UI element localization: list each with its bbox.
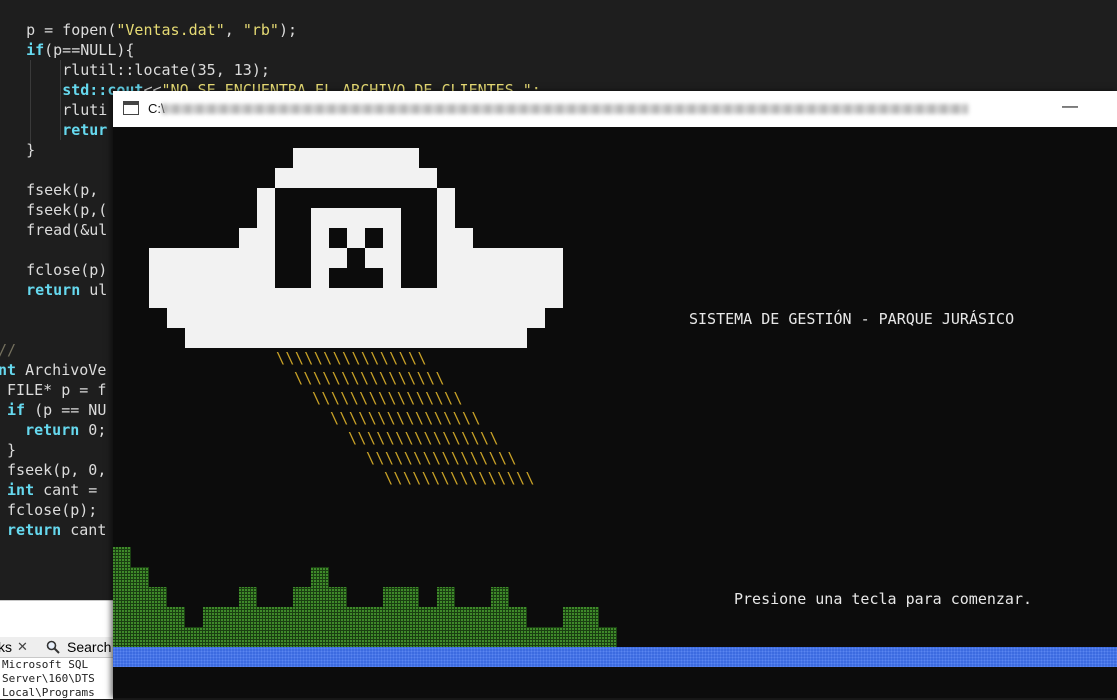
tab-fragment[interactable]: ks bbox=[0, 639, 12, 655]
code-token: fclose(p) bbox=[26, 261, 108, 279]
code-token: fseek(p,( bbox=[26, 201, 108, 219]
code-token: ArchivoVe bbox=[16, 361, 107, 379]
code-line: fclose(p); bbox=[0, 500, 97, 520]
code-token: ); bbox=[278, 21, 297, 39]
code-token: // bbox=[0, 341, 17, 359]
start-prompt: Presione una tecla para comenzar. bbox=[734, 590, 1033, 608]
code-line: fseek(p, bbox=[8, 180, 98, 200]
code-token: (p==NULL){ bbox=[44, 41, 135, 59]
code-token: rluti bbox=[62, 101, 108, 119]
code-token: retur bbox=[62, 121, 108, 139]
console-screen: \\\\\\\\\\\\\\\\ \\\\\\\\\\\\\\\\ \\\\\\… bbox=[113, 127, 1117, 698]
code-token: int bbox=[7, 481, 35, 499]
console-titlebar[interactable]: C:\ — bbox=[113, 91, 1117, 127]
code-line: if (p == NU bbox=[0, 400, 106, 420]
beam-row: \\\\\\\\\\\\\\\\ bbox=[276, 349, 427, 367]
code-line: int cant = bbox=[0, 480, 106, 500]
code-token: fclose(p); bbox=[7, 501, 98, 519]
water-strip bbox=[113, 647, 1117, 667]
code-token: nt bbox=[0, 361, 17, 379]
code-token: if bbox=[7, 401, 26, 419]
minimize-button[interactable]: — bbox=[1047, 91, 1093, 127]
code-token: } bbox=[26, 141, 36, 159]
code-token: "rb" bbox=[242, 21, 279, 39]
code-token: fseek(p, bbox=[26, 181, 99, 199]
code-token: cant = bbox=[34, 481, 107, 499]
code-token: return bbox=[7, 521, 62, 539]
code-token: fread(&ul bbox=[26, 221, 108, 239]
console-app-icon bbox=[123, 101, 139, 115]
code-line: return cant bbox=[0, 520, 106, 540]
beam-row: \\\\\\\\\\\\\\\\ bbox=[348, 429, 499, 447]
search-tab-label[interactable]: Search bbox=[67, 639, 111, 655]
beam-row: \\\\\\\\\\\\\\\\ bbox=[384, 469, 535, 487]
code-token: rlutil::locate(35, 13); bbox=[62, 61, 270, 79]
code-line: p = fopen("Ventas.dat", "rb"); bbox=[8, 20, 297, 40]
code-token: (p == NU bbox=[25, 401, 107, 419]
output-line: Server\160\DTS bbox=[2, 672, 95, 685]
code-line: if(p==NULL){ bbox=[8, 40, 134, 60]
code-line: FILE* p = f bbox=[0, 380, 106, 400]
code-token: if bbox=[26, 41, 45, 59]
code-line: } bbox=[0, 440, 16, 460]
beam-row: \\\\\\\\\\\\\\\\ bbox=[366, 449, 517, 467]
code-line: fread(&ul bbox=[8, 220, 107, 240]
code-line: nt ArchivoVe bbox=[0, 360, 106, 380]
code-token: 0; bbox=[79, 421, 107, 439]
code-line: fclose(p) bbox=[8, 260, 107, 280]
search-icon[interactable] bbox=[46, 640, 60, 654]
code-line: retur bbox=[8, 120, 107, 140]
code-token: cant bbox=[61, 521, 107, 539]
console-window[interactable]: C:\ — \\\\\\\\\\\\\\\\ \\\\\\\\\\\\\\\\ … bbox=[113, 91, 1117, 698]
code-line: rlutil::locate(35, 13); bbox=[8, 60, 270, 80]
beam-row: \\\\\\\\\\\\\\\\ bbox=[294, 369, 445, 387]
close-icon[interactable]: ✕ bbox=[17, 639, 28, 655]
code-line: return 0; bbox=[0, 420, 106, 440]
code-token: } bbox=[7, 441, 17, 459]
code-token: FILE* p = f bbox=[7, 381, 107, 399]
code-line: return ul bbox=[8, 280, 107, 300]
code-token: return bbox=[26, 281, 81, 299]
system-heading: SISTEMA DE GESTIÓN - PARQUE JURÁSICO bbox=[689, 310, 1015, 328]
code-line: } bbox=[8, 140, 35, 160]
code-line: fseek(p, 0, bbox=[0, 460, 106, 480]
beam-row: \\\\\\\\\\\\\\\\ bbox=[330, 409, 481, 427]
code-token: fseek(p, 0, bbox=[7, 461, 107, 479]
code-token: , bbox=[224, 21, 243, 39]
beam-row: \\\\\\\\\\\\\\\\ bbox=[312, 389, 463, 407]
code-token: return bbox=[25, 421, 80, 439]
code-line: fseek(p,( bbox=[8, 200, 107, 220]
code-token: "Ventas.dat" bbox=[116, 21, 225, 39]
code-token: p = fopen( bbox=[26, 21, 117, 39]
code-line: // bbox=[0, 340, 16, 360]
code-line: rluti bbox=[8, 100, 107, 120]
output-line: Microsoft SQL bbox=[2, 658, 89, 671]
code-token: ul bbox=[80, 281, 108, 299]
blurred-path bbox=[162, 104, 968, 114]
ide-bottom-panel: ks ✕ Search Microsoft SQL Server\160\DTS… bbox=[0, 600, 113, 699]
ground-art bbox=[113, 547, 617, 647]
ide-panel-tabs: ks ✕ Search bbox=[0, 637, 113, 658]
